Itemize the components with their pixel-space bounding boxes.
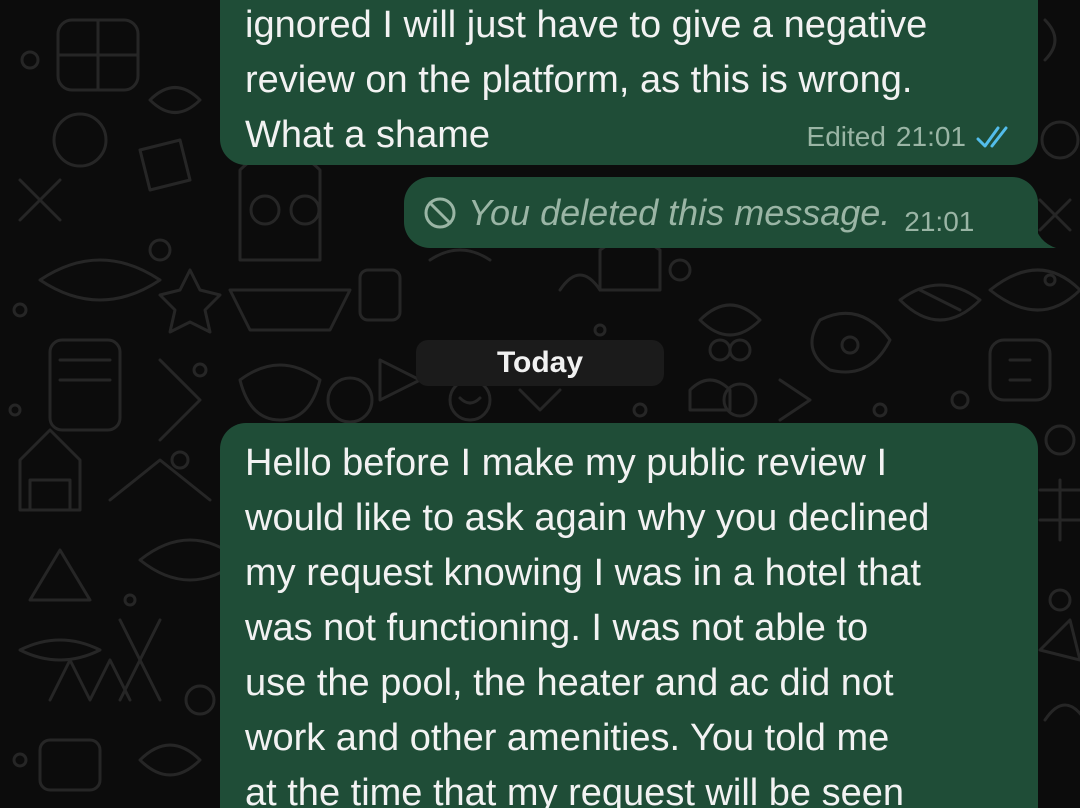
deleted-message-bubble[interactable]: You deleted this message. 21:01 [404,177,1038,248]
date-separator: Today [416,340,664,386]
deleted-message-text: You deleted this message. [468,191,891,233]
message-time: 21:01 [904,205,975,237]
outgoing-message-bubble[interactable]: Hello before I make my public review I w… [220,423,1038,808]
outgoing-message-bubble[interactable]: ignored I will just have to give a negat… [220,0,1038,165]
message-meta: Edited 21:01 [807,121,1016,153]
bubble-tail [1034,222,1056,248]
date-separator-label: Today [496,346,584,379]
edited-label: Edited [806,121,886,152]
double-check-read-icon [976,126,1008,148]
message-time: 21:01 [895,121,966,152]
blocked-circle-icon [424,197,456,228]
chat-screen: ignored I will just have to give a negat… [0,0,1080,808]
message-text: Hello before I make my public review I w… [245,442,930,808]
